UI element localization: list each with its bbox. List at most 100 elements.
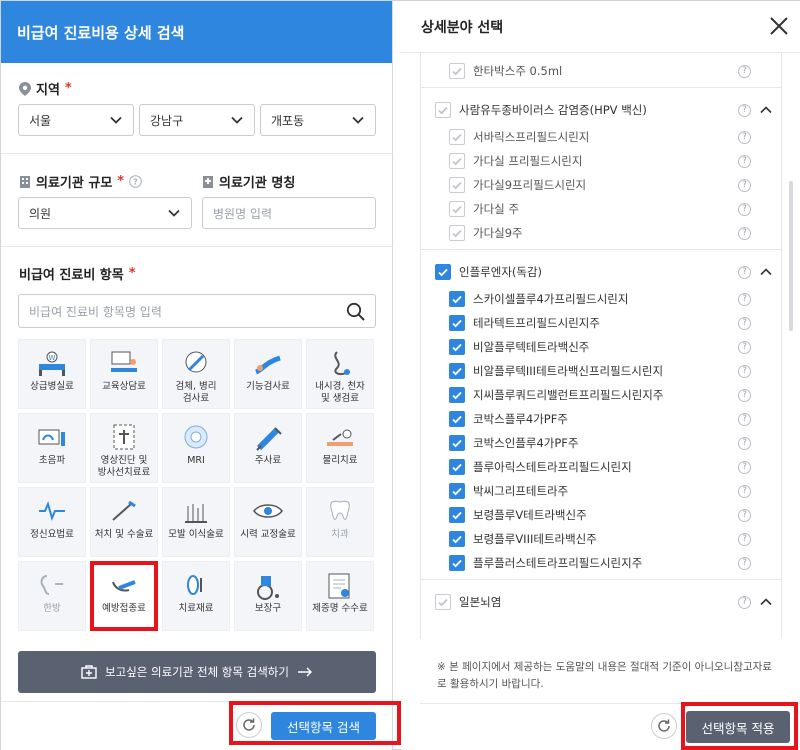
help-icon[interactable]: ? — [738, 178, 751, 192]
help-icon[interactable]: ? — [738, 226, 751, 240]
help-icon[interactable]: ? — [738, 103, 751, 117]
category-vaccination[interactable]: 예방접종료 — [90, 561, 158, 631]
category-hospital-bed[interactable]: W 상급병실료 — [18, 339, 86, 409]
checkbox-checked[interactable] — [449, 291, 465, 307]
scrollbar[interactable] — [789, 181, 793, 331]
district-select[interactable]: 강남구 — [139, 104, 255, 136]
checkbox-checked[interactable] — [449, 363, 465, 379]
help-icon[interactable]: ? — [738, 436, 751, 450]
help-icon[interactable]: ? — [738, 154, 751, 168]
region-label: 지역 * — [19, 79, 72, 98]
category-hair-transplant[interactable]: 모발 이식술료 — [162, 487, 230, 557]
category-psychotherapy[interactable]: 정신요법료 — [18, 487, 86, 557]
field-group-row[interactable]: 사람유두종바이러스 감염증(HPV 백신)? — [421, 95, 781, 125]
checkbox-unchecked[interactable] — [449, 153, 465, 169]
field-group-row[interactable]: 인플루엔자(독감)? — [421, 257, 781, 287]
help-icon[interactable]: ? — [738, 340, 751, 354]
help-icon[interactable]: ? — [738, 460, 751, 474]
field-item-row[interactable]: 한타박스주 0.5ml? — [421, 59, 781, 83]
close-icon[interactable] — [768, 15, 790, 37]
help-icon[interactable]: ? — [129, 175, 142, 188]
help-icon[interactable]: ? — [738, 508, 751, 522]
field-item-row[interactable]: 가다실9주? — [421, 221, 781, 245]
checkbox-unchecked[interactable] — [449, 129, 465, 145]
field-item-row[interactable]: 보령플루VIII테트라백신주? — [421, 527, 781, 551]
help-icon[interactable]: ? — [738, 202, 751, 216]
field-item-row[interactable]: 가다실9프리필드시린지? — [421, 173, 781, 197]
chevron-up-icon[interactable] — [759, 265, 773, 279]
checkbox-checked[interactable] — [449, 411, 465, 427]
checkbox-checked[interactable] — [449, 435, 465, 451]
item-search-input[interactable]: 비급여 진료비 항목명 입력 — [18, 294, 376, 328]
category-surgery[interactable]: 처치 및 수술료 — [90, 487, 158, 557]
checkbox-unchecked[interactable] — [449, 225, 465, 241]
hospital-name-input[interactable]: 병원명 입력 — [202, 197, 376, 229]
checkbox-unchecked[interactable] — [435, 594, 451, 610]
scale-select[interactable]: 의원 — [18, 197, 192, 229]
category-oriental-medicine[interactable]: 한방 — [18, 561, 86, 631]
category-function-test[interactable]: 기능검사료 — [234, 339, 302, 409]
field-item-row[interactable]: 서바릭스프리필드시린지? — [421, 125, 781, 149]
neighborhood-select[interactable]: 개포동 — [260, 104, 376, 136]
checkbox-checked[interactable] — [449, 315, 465, 331]
checkbox-unchecked[interactable] — [449, 201, 465, 217]
help-icon[interactable]: ? — [738, 130, 751, 144]
help-icon[interactable]: ? — [738, 316, 751, 330]
help-icon[interactable]: ? — [738, 292, 751, 306]
help-icon[interactable]: ? — [738, 412, 751, 426]
help-icon[interactable]: ? — [738, 484, 751, 498]
search-all-items-button[interactable]: 보고싶은 의료기관 전체 항목 검색하기 — [18, 651, 376, 693]
checkbox-unchecked[interactable] — [449, 177, 465, 193]
field-item-row[interactable]: 비알플루텍III테트라백신프리필드시린지? — [421, 359, 781, 383]
field-item-row[interactable]: 코박스플루4가PF주? — [421, 407, 781, 431]
category-radiology[interactable]: 영상진단 및 방사선치료료 — [90, 413, 158, 483]
checkbox-checked[interactable] — [449, 531, 465, 547]
category-treatment-material[interactable]: 치료재료 — [162, 561, 230, 631]
checkbox-checked[interactable] — [449, 555, 465, 571]
help-icon[interactable]: ? — [738, 556, 751, 570]
field-item-row[interactable]: 보령플루V테트라백신주? — [421, 503, 781, 527]
help-icon[interactable]: ? — [738, 595, 751, 609]
category-syringe[interactable]: 주사료 — [234, 413, 302, 483]
chevron-up-icon[interactable] — [759, 103, 773, 117]
field-item-row[interactable]: 지씨플루쿼드리밸런트프리필드시린지주? — [421, 383, 781, 407]
field-item-row[interactable]: 가다실 주? — [421, 197, 781, 221]
category-ultrasound[interactable]: 초음파 — [18, 413, 86, 483]
checkbox-checked[interactable] — [449, 387, 465, 403]
category-vision-correction[interactable]: 시력 교정술료 — [234, 487, 302, 557]
category-wheelchair[interactable]: 보장구 — [234, 561, 302, 631]
checkbox-unchecked[interactable] — [449, 63, 465, 79]
reset-selection-button[interactable] — [651, 713, 677, 739]
checkbox-unchecked[interactable] — [435, 102, 451, 118]
help-icon[interactable]: ? — [738, 364, 751, 378]
checkbox-checked[interactable] — [435, 264, 451, 280]
category-certificate[interactable]: 제증명 수수료 — [306, 561, 374, 631]
field-item-row[interactable]: 비알플루텍테트라백신주? — [421, 335, 781, 359]
checkbox-checked[interactable] — [449, 339, 465, 355]
category-consultation[interactable]: 교육상담료 — [90, 339, 158, 409]
field-item-row[interactable]: 박씨그리프테트라주? — [421, 479, 781, 503]
field-item-row[interactable]: 테라텍트프리필드시린지주? — [421, 311, 781, 335]
field-item-row[interactable]: 스카이셀플루4가프리필드시린지? — [421, 287, 781, 311]
category-specimen-test[interactable]: 검체, 병리 검사료 — [162, 339, 230, 409]
category-endoscope[interactable]: 내시경, 천자 및 생검료 — [306, 339, 374, 409]
checkbox-checked[interactable] — [449, 507, 465, 523]
field-item-row[interactable]: 가다실 프리필드시린지? — [421, 149, 781, 173]
checkbox-checked[interactable] — [449, 459, 465, 475]
chevron-up-icon[interactable] — [759, 595, 773, 609]
field-item-row[interactable]: 코박스인플루4가PF주? — [421, 431, 781, 455]
field-item-row[interactable]: 플루아릭스테트라프리필드시린지? — [421, 455, 781, 479]
help-icon[interactable]: ? — [738, 265, 751, 279]
city-select[interactable]: 서울 — [18, 104, 134, 136]
checkmark-icon — [452, 295, 462, 304]
checkbox-checked[interactable] — [449, 483, 465, 499]
field-item-row[interactable]: 플루플러스테트라프리필드시린지주? — [421, 551, 781, 575]
help-icon[interactable]: ? — [738, 532, 751, 546]
search-icon[interactable] — [346, 302, 366, 322]
category-mri[interactable]: MRI — [162, 413, 230, 483]
help-icon[interactable]: ? — [738, 64, 751, 78]
field-group-row[interactable]: 일본뇌염? — [421, 587, 781, 617]
category-tooth[interactable]: 치과 — [306, 487, 374, 557]
category-physical-therapy[interactable]: 물리치료 — [306, 413, 374, 483]
help-icon[interactable]: ? — [738, 388, 751, 402]
